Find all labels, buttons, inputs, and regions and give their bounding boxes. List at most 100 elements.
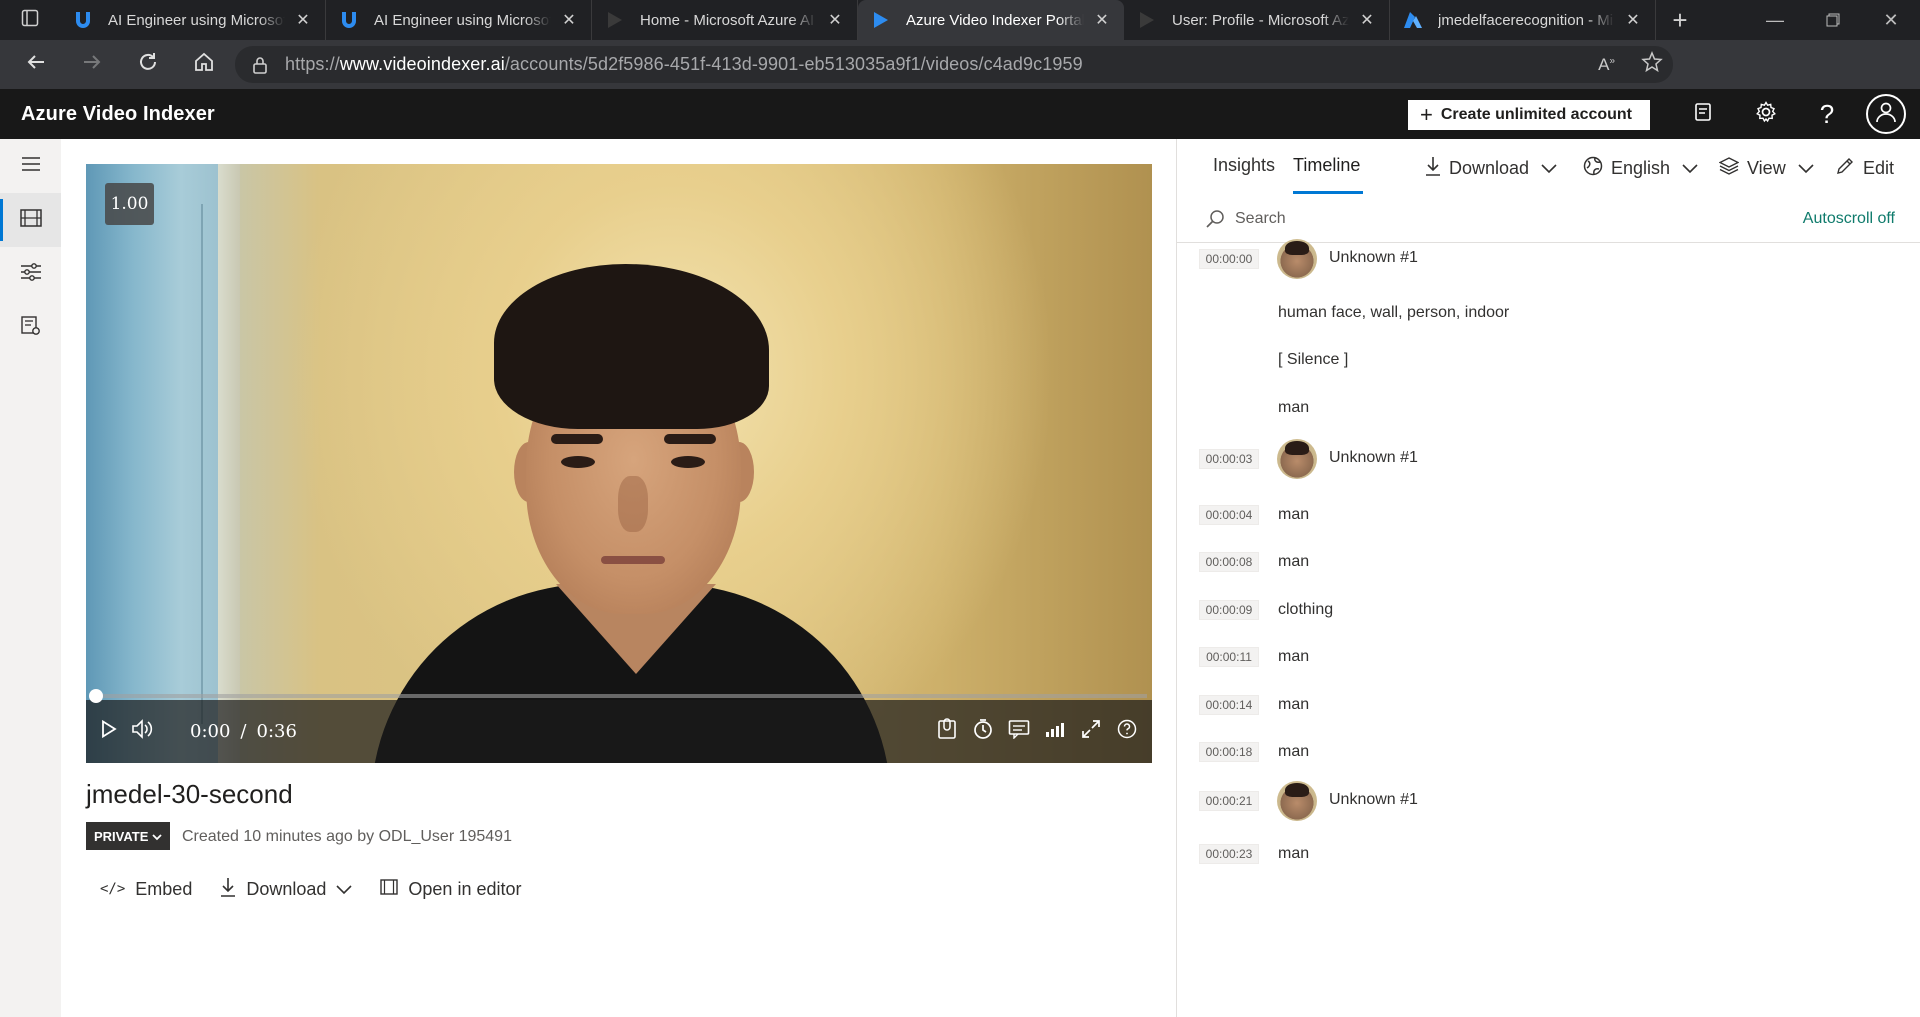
timeline-row[interactable]: man bbox=[1177, 398, 1920, 420]
minimize-button[interactable]: — bbox=[1746, 0, 1804, 40]
playback-speed-button[interactable] bbox=[968, 714, 998, 748]
close-tab-icon[interactable]: ✕ bbox=[1092, 10, 1112, 30]
captions-button[interactable] bbox=[1004, 714, 1034, 748]
view-dropdown[interactable]: View bbox=[1718, 154, 1814, 182]
insight-label: man bbox=[1278, 648, 1310, 665]
language-dropdown[interactable]: English bbox=[1583, 154, 1698, 182]
video-mouth bbox=[601, 556, 665, 564]
timestamp-badge[interactable]: 00:00:18 bbox=[1199, 742, 1259, 762]
browser-tab-1[interactable]: AI Engineer using Microsoft ✕ bbox=[60, 0, 326, 40]
create-unlimited-account-button[interactable]: + Create unlimited account bbox=[1408, 100, 1650, 130]
home-button[interactable] bbox=[176, 40, 232, 89]
person-label[interactable]: Unknown #1 bbox=[1329, 791, 1418, 809]
player-help-button[interactable] bbox=[1112, 714, 1142, 748]
insight-label: man bbox=[1278, 399, 1310, 416]
face-thumbnail[interactable] bbox=[1277, 781, 1317, 821]
browser-tab-5[interactable]: User: Profile - Microsoft Azu ✕ bbox=[1124, 0, 1390, 40]
playback-speed-badge[interactable]: 1.00 bbox=[105, 183, 154, 225]
new-tab-button[interactable]: + bbox=[1656, 0, 1704, 40]
timeline-row[interactable]: 00:00:04 man bbox=[1177, 505, 1920, 527]
rail-item-account-settings[interactable] bbox=[0, 301, 61, 355]
autoscroll-toggle[interactable]: Autoscroll off bbox=[1803, 210, 1895, 228]
timeline-row[interactable]: 00:00:00 Unknown #1 bbox=[1177, 239, 1920, 289]
timeline-row[interactable]: 00:00:23 man bbox=[1177, 844, 1920, 866]
seek-bar[interactable] bbox=[89, 689, 1147, 703]
browser-tab-4-active[interactable]: Azure Video Indexer Portal ✕ bbox=[858, 0, 1124, 40]
panel-download-button[interactable]: Download bbox=[1425, 154, 1557, 182]
download-button[interactable]: Download bbox=[220, 877, 352, 902]
person-label[interactable]: Unknown #1 bbox=[1329, 249, 1418, 267]
timeline-row[interactable]: human face, wall, person, indoor bbox=[1177, 303, 1920, 325]
timestamp-badge[interactable]: 00:00:11 bbox=[1199, 647, 1259, 667]
person-label[interactable]: Unknown #1 bbox=[1329, 449, 1418, 467]
rail-item-media-files[interactable] bbox=[0, 193, 61, 247]
audio-description-button[interactable] bbox=[932, 714, 962, 748]
forward-button[interactable] bbox=[64, 40, 120, 89]
timestamp-badge[interactable]: 00:00:09 bbox=[1199, 600, 1259, 620]
question-icon: ? bbox=[1819, 98, 1835, 129]
play-button[interactable] bbox=[94, 714, 124, 748]
close-tab-icon[interactable]: ✕ bbox=[825, 10, 845, 30]
embed-button[interactable]: </> Embed bbox=[100, 879, 192, 900]
search-input[interactable] bbox=[1235, 205, 1735, 233]
close-tab-icon[interactable]: ✕ bbox=[559, 10, 579, 30]
video-frame[interactable] bbox=[86, 164, 1152, 763]
timeline-row[interactable]: 00:00:09 clothing bbox=[1177, 600, 1920, 622]
timestamp-badge[interactable]: 00:00:21 bbox=[1199, 791, 1259, 811]
tab-insights[interactable]: Insights bbox=[1213, 155, 1275, 176]
privacy-dropdown[interactable]: PRIVATE bbox=[86, 822, 171, 850]
url-field[interactable]: https://www.videoindexer.ai/accounts/5d2… bbox=[235, 46, 1673, 83]
view-label: View bbox=[1747, 157, 1786, 178]
timeline-row[interactable]: 00:00:03 Unknown #1 bbox=[1177, 439, 1920, 489]
edit-button[interactable]: Edit bbox=[1835, 154, 1894, 182]
timestamp-badge[interactable]: 00:00:00 bbox=[1199, 249, 1259, 269]
seek-bar-thumb[interactable] bbox=[89, 689, 103, 703]
refresh-button[interactable] bbox=[120, 40, 176, 89]
back-button[interactable] bbox=[8, 40, 64, 89]
volume-button[interactable] bbox=[126, 714, 160, 748]
tab-timeline[interactable]: Timeline bbox=[1293, 155, 1360, 176]
fullscreen-button[interactable] bbox=[1076, 714, 1106, 748]
timeline-row[interactable]: 00:00:18 man bbox=[1177, 742, 1920, 764]
menu-toggle-button[interactable] bbox=[0, 139, 61, 193]
feedback-button[interactable] bbox=[1674, 89, 1732, 139]
tab-actions-button[interactable] bbox=[0, 0, 60, 40]
help-circle-icon bbox=[1117, 719, 1137, 744]
face-thumbnail[interactable] bbox=[1277, 239, 1317, 279]
timeline-row[interactable]: 00:00:21 Unknown #1 bbox=[1177, 781, 1920, 831]
pencil-icon bbox=[1835, 156, 1855, 181]
restore-button[interactable] bbox=[1804, 0, 1862, 40]
help-button[interactable]: ? bbox=[1798, 89, 1856, 139]
browser-tab-3[interactable]: Home - Microsoft Azure AI ✕ bbox=[592, 0, 858, 40]
timestamp-badge[interactable]: 00:00:08 bbox=[1199, 552, 1259, 572]
close-tab-icon[interactable]: ✕ bbox=[1357, 10, 1377, 30]
person-icon bbox=[1874, 100, 1898, 129]
browser-tab-2[interactable]: AI Engineer using Microsoft ✕ bbox=[326, 0, 592, 40]
account-button[interactable] bbox=[1866, 94, 1906, 134]
timestamp-badge[interactable]: 00:00:14 bbox=[1199, 695, 1259, 715]
timestamp-badge[interactable]: 00:00:03 bbox=[1199, 449, 1259, 469]
add-favorite-icon[interactable] bbox=[1641, 51, 1663, 78]
video-player[interactable]: 1.00 0:00 / 0:36 bbox=[86, 164, 1152, 763]
embed-label: Embed bbox=[135, 878, 193, 899]
timeline-row[interactable]: 00:00:14 man bbox=[1177, 695, 1920, 717]
browser-tab-6[interactable]: jmedelfacerecognition - Mi ✕ bbox=[1390, 0, 1656, 40]
timeline-row[interactable]: 00:00:11 man bbox=[1177, 647, 1920, 669]
close-tab-icon[interactable]: ✕ bbox=[1623, 10, 1643, 30]
settings-button[interactable] bbox=[1737, 89, 1795, 139]
timeline-row[interactable]: [ Silence ] bbox=[1177, 350, 1920, 372]
read-aloud-icon[interactable]: A» bbox=[1598, 55, 1615, 75]
quality-button[interactable] bbox=[1040, 714, 1070, 748]
close-tab-icon[interactable]: ✕ bbox=[293, 10, 313, 30]
lock-icon[interactable] bbox=[235, 56, 285, 74]
u-logo-icon bbox=[72, 9, 94, 31]
timeline-row[interactable]: 00:00:08 man bbox=[1177, 552, 1920, 574]
open-in-editor-button[interactable]: Open in editor bbox=[380, 879, 521, 900]
close-window-button[interactable]: ✕ bbox=[1862, 0, 1920, 40]
timestamp-badge[interactable]: 00:00:23 bbox=[1199, 844, 1259, 864]
audio-track-icon bbox=[937, 717, 957, 745]
face-thumbnail[interactable] bbox=[1277, 439, 1317, 479]
timestamp-badge[interactable]: 00:00:04 bbox=[1199, 505, 1259, 525]
u-logo-icon bbox=[338, 9, 360, 31]
rail-item-model-customization[interactable] bbox=[0, 247, 61, 301]
